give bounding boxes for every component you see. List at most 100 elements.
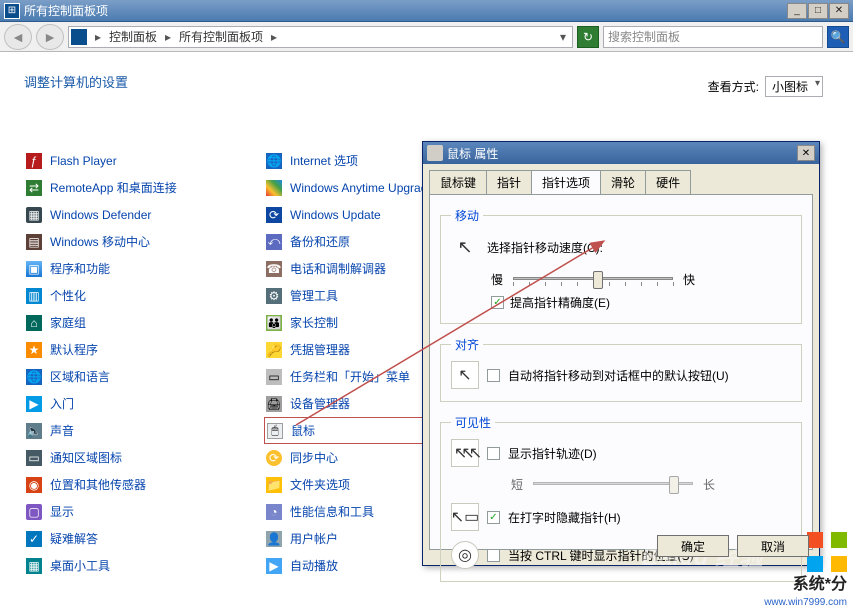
item-personalization[interactable]: ▥个性化 — [24, 282, 264, 309]
item-gadgets[interactable]: ▦桌面小工具 — [24, 552, 264, 579]
performance-icon: ◔ — [266, 504, 282, 520]
search-button[interactable]: 🔍 — [827, 26, 849, 48]
search-input[interactable]: 搜索控制面板 — [603, 26, 823, 48]
fast-label: 快 — [683, 271, 695, 288]
snap-icon: ↖ — [451, 361, 479, 389]
parental-icon: 👪 — [266, 315, 282, 331]
personalization-icon: ▥ — [26, 288, 42, 304]
troubleshooting-icon: ✓ — [26, 531, 42, 547]
forward-button[interactable]: ► — [36, 24, 64, 50]
sound-icon: 🔈 — [26, 423, 42, 439]
ctrl-locate-icon: ◎ — [451, 541, 479, 569]
item-region[interactable]: 🌐区域和语言 — [24, 363, 264, 390]
modem-icon: ☎ — [266, 261, 282, 277]
back-button[interactable]: ◄ — [4, 24, 32, 50]
tab-pointer-options[interactable]: 指针选项 — [531, 170, 601, 194]
item-location[interactable]: ◉位置和其他传感器 — [24, 471, 264, 498]
windows-update-icon: ⟳ — [266, 207, 282, 223]
tab-wheel[interactable]: 滑轮 — [600, 170, 646, 194]
autoplay-icon: ▶ — [266, 558, 282, 574]
credential-icon: 🔑 — [266, 342, 282, 358]
snap-checkbox[interactable] — [487, 369, 500, 382]
region-icon: 🌐 — [26, 369, 42, 385]
remoteapp-icon: ⇄ — [26, 180, 42, 196]
internet-icon: 🌐 — [266, 153, 282, 169]
dialog-close-button[interactable]: ✕ — [797, 145, 815, 161]
tab-pointers[interactable]: 指针 — [486, 170, 532, 194]
user-icon: 👤 — [266, 531, 282, 547]
taskbar-icon: ▭ — [266, 369, 282, 385]
enhance-precision-checkbox[interactable]: ✓ — [491, 296, 504, 309]
maximize-button[interactable]: □ — [808, 3, 828, 19]
slow-label: 慢 — [491, 271, 503, 288]
trail-length-slider — [533, 473, 693, 495]
view-mode-label: 查看方式: — [708, 78, 759, 95]
item-mobility[interactable]: ▤Windows 移动中心 — [24, 228, 264, 255]
item-remoteapp[interactable]: ⇄RemoteApp 和桌面连接 — [24, 174, 264, 201]
anytime-upgrade-icon — [266, 180, 282, 196]
pointer-speed-slider[interactable] — [513, 268, 673, 290]
pointer-icon: ↖ — [451, 232, 479, 262]
ctrl-locate-checkbox[interactable] — [487, 549, 500, 562]
flash-icon: ƒ — [26, 153, 42, 169]
item-programs[interactable]: ▣程序和功能 — [24, 255, 264, 282]
device-manager-icon: 🖨 — [266, 396, 282, 412]
homegroup-icon: ⌂ — [26, 315, 42, 331]
close-button[interactable]: ✕ — [829, 3, 849, 19]
item-troubleshooting[interactable]: ✓疑难解答 — [24, 525, 264, 552]
address-dropdown[interactable]: ▾ — [556, 30, 570, 44]
hide-typing-icon: ↖▭ — [451, 503, 479, 531]
programs-icon: ▣ — [26, 261, 42, 277]
item-defender[interactable]: ▦Windows Defender — [24, 201, 264, 228]
getting-started-icon: ▶ — [26, 396, 42, 412]
item-default-programs[interactable]: ★默认程序 — [24, 336, 264, 363]
hide-typing-label: 在打字时隐藏指针(H) — [508, 509, 621, 526]
item-flash-player[interactable]: ƒFlash Player — [24, 147, 264, 174]
item-notification[interactable]: ▭通知区域图标 — [24, 444, 264, 471]
trails-icon: ↖↖↖ — [451, 439, 479, 467]
hide-typing-checkbox[interactable]: ✓ — [487, 511, 500, 524]
tab-hardware[interactable]: 硬件 — [645, 170, 691, 194]
item-sound[interactable]: 🔈声音 — [24, 417, 264, 444]
short-label: 短 — [511, 476, 523, 493]
watermark-logo — [807, 532, 847, 572]
cp-column-left: ƒFlash Player ⇄RemoteApp 和桌面连接 ▦Windows … — [24, 147, 264, 579]
window-title: 所有控制面板项 — [24, 2, 786, 19]
item-homegroup[interactable]: ⌂家庭组 — [24, 309, 264, 336]
dialog-icon — [427, 145, 443, 161]
trails-checkbox[interactable] — [487, 447, 500, 460]
trails-label: 显示指针轨迹(D) — [508, 445, 597, 462]
ok-button[interactable]: 确定 — [657, 535, 729, 557]
watermark-brand: 系统*分 — [793, 570, 847, 594]
backup-icon: ⤺ — [266, 234, 282, 250]
mouse-icon: 🖱 — [267, 423, 283, 439]
mouse-properties-dialog: 鼠标 属性 ✕ 鼠标键 指针 指针选项 滑轮 硬件 移动 ↖ 选择指针移动速度(… — [422, 141, 820, 566]
cancel-button[interactable]: 取消 — [737, 535, 809, 557]
gadgets-icon: ▦ — [26, 558, 42, 574]
minimize-button[interactable]: _ — [787, 3, 807, 19]
watermark-url: www.win7999.com — [764, 597, 847, 608]
speed-label: 选择指针移动速度(C): — [487, 239, 603, 256]
control-panel-icon — [71, 29, 87, 45]
address-bar[interactable]: ▸ 控制面板 ▸ 所有控制面板项 ▸ ▾ — [68, 26, 573, 48]
window-icon: ⊞ — [4, 3, 20, 19]
tab-buttons[interactable]: 鼠标键 — [429, 170, 487, 194]
notification-icon: ▭ — [26, 450, 42, 466]
breadcrumb-level2[interactable]: 所有控制面板项 — [179, 28, 263, 45]
admin-tools-icon: ⚙ — [266, 288, 282, 304]
enhance-precision-label: 提高指针精确度(E) — [510, 294, 610, 311]
defender-icon: ▦ — [26, 207, 42, 223]
item-display[interactable]: ▢显示 — [24, 498, 264, 525]
default-programs-icon: ★ — [26, 342, 42, 358]
snap-label: 自动将指针移动到对话框中的默认按钮(U) — [508, 367, 729, 384]
display-icon: ▢ — [26, 504, 42, 520]
folder-icon: 📁 — [266, 477, 282, 493]
item-getting-started[interactable]: ▶入门 — [24, 390, 264, 417]
mobility-icon: ▤ — [26, 234, 42, 250]
view-mode-select[interactable]: 小图标 — [765, 76, 823, 97]
refresh-button[interactable]: ↻ — [577, 26, 599, 48]
group-motion: 移动 ↖ 选择指针移动速度(C): 慢 快 ✓ 提高指针精确度(E) — [440, 207, 802, 324]
sync-icon: ⟳ — [266, 450, 282, 466]
breadcrumb-level1[interactable]: 控制面板 — [109, 28, 157, 45]
group-snap: 对齐 ↖ 自动将指针移动到对话框中的默认按钮(U) — [440, 336, 802, 402]
